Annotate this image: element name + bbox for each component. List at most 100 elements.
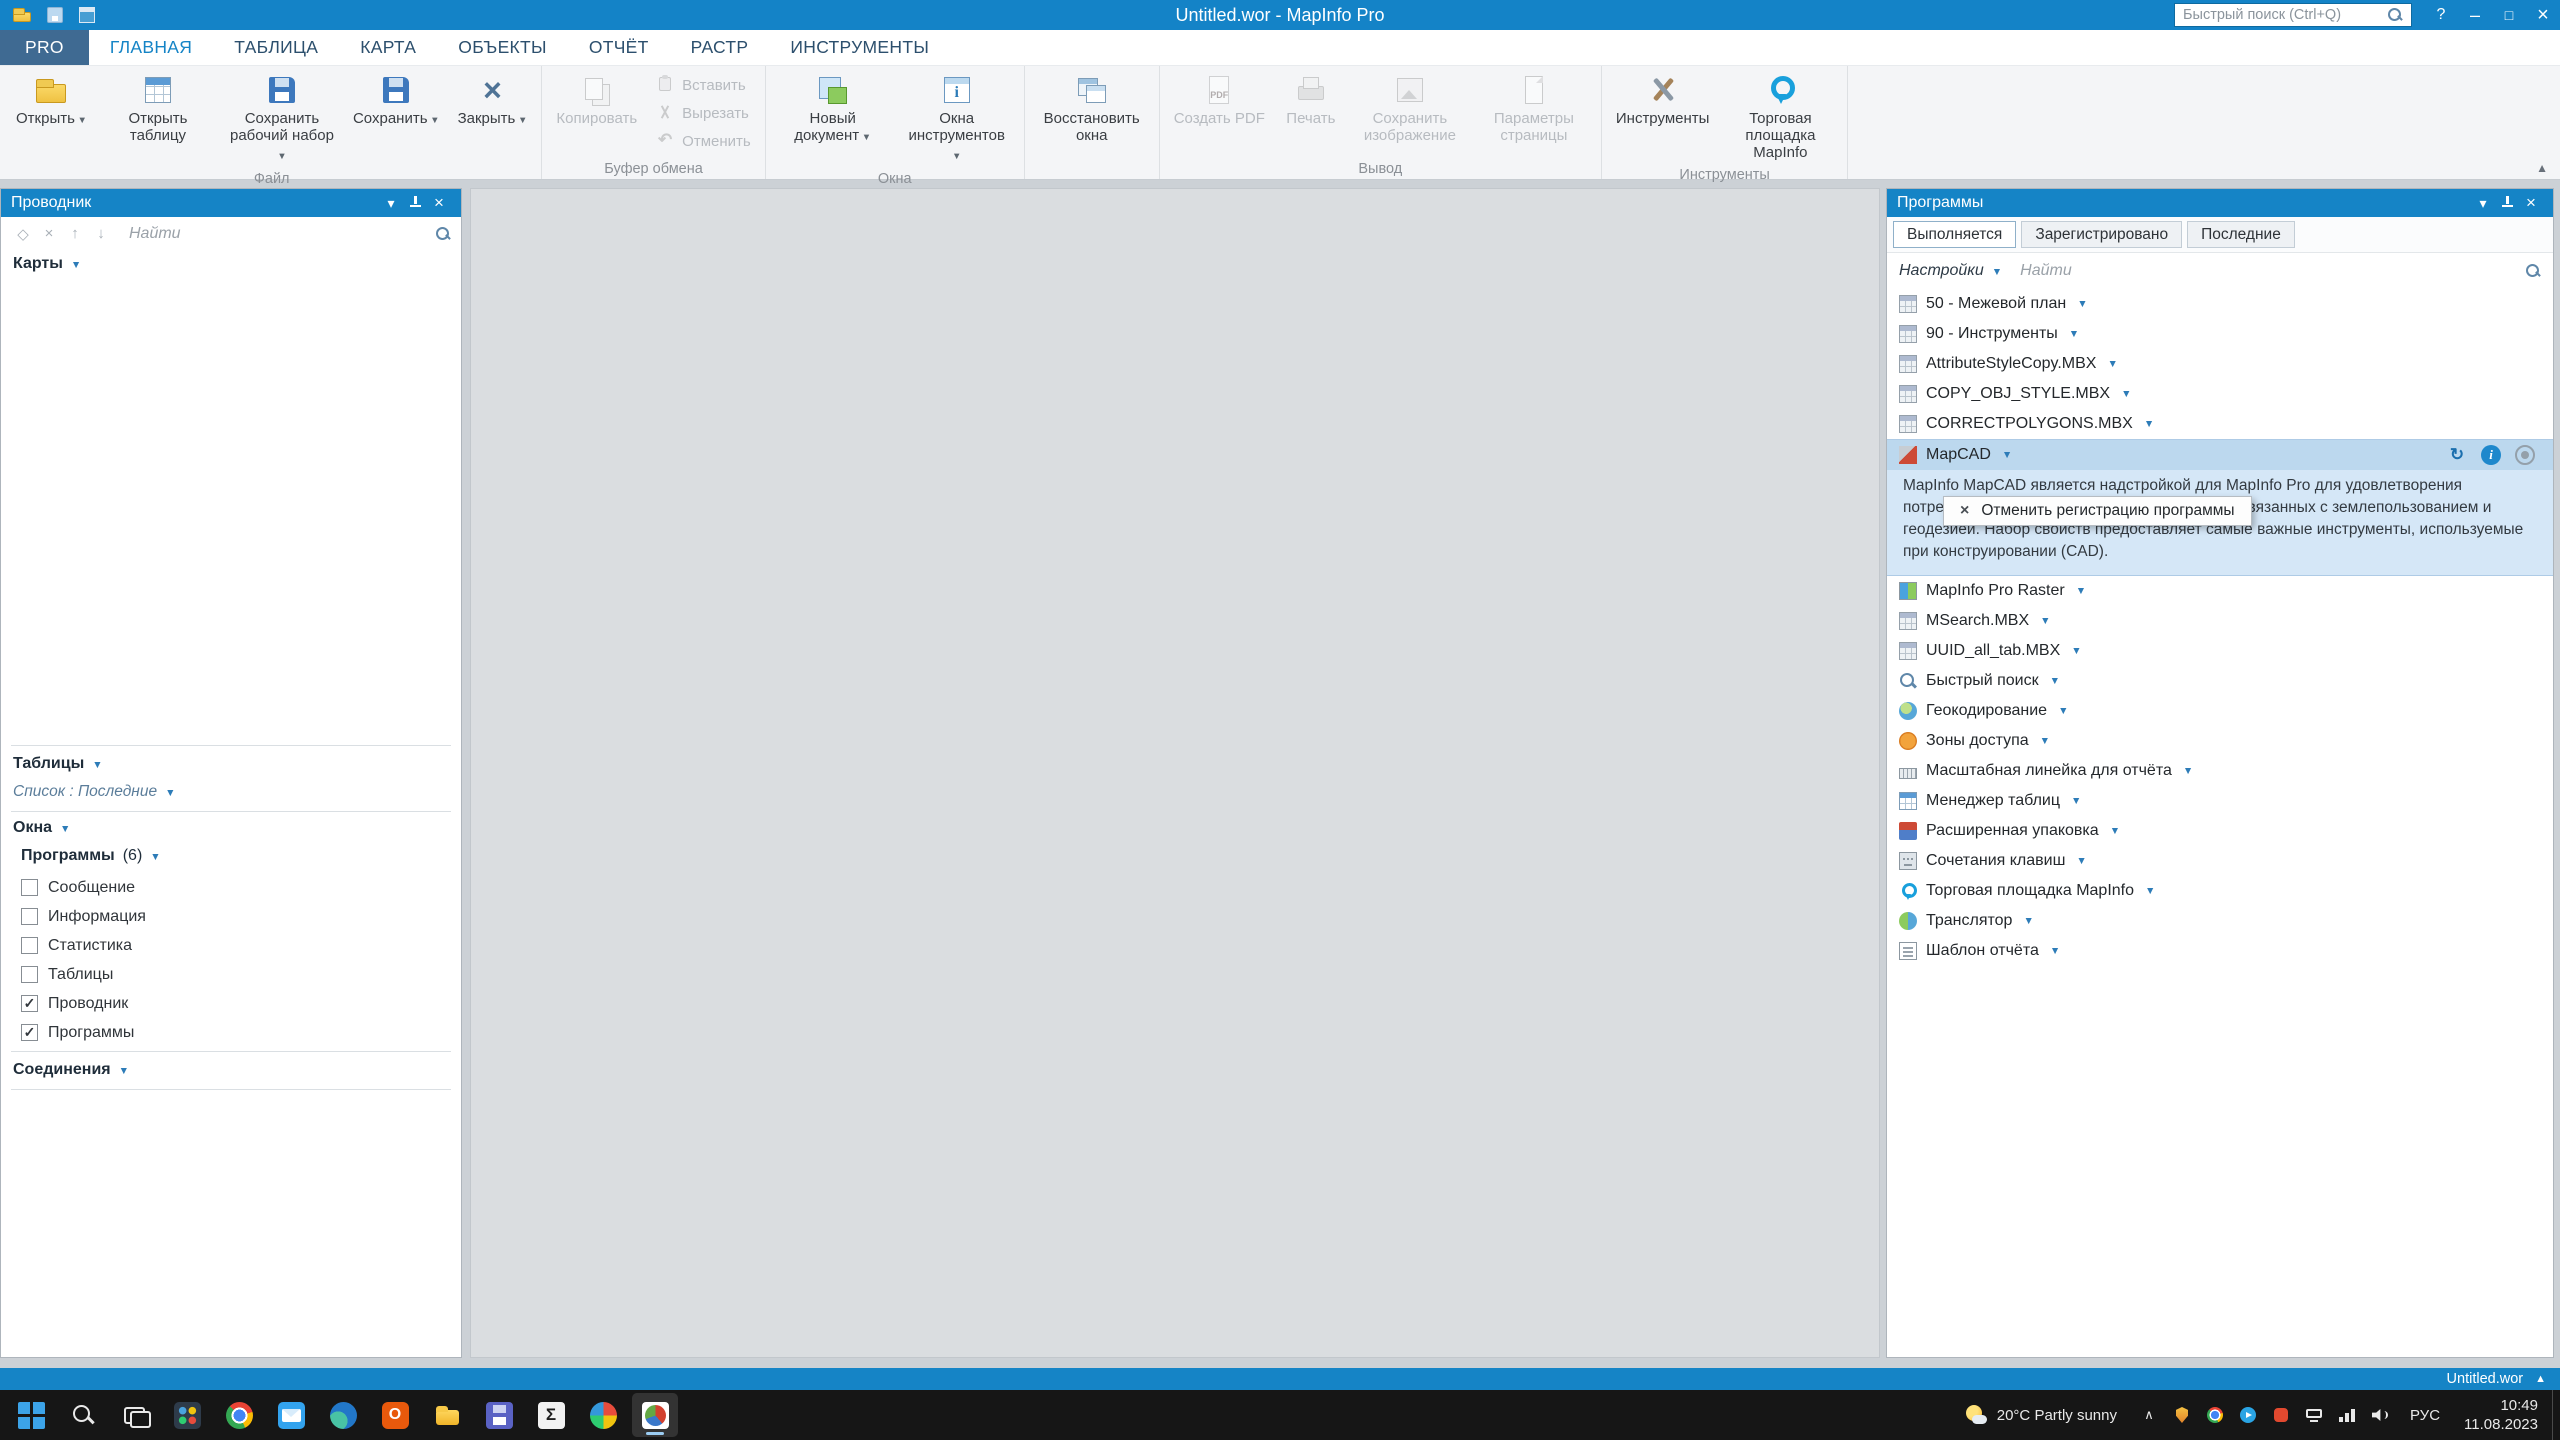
chevron-down-icon[interactable] [71,255,81,273]
dropdown-caret-icon[interactable]: ▼ [2069,328,2079,340]
program-row[interactable]: Транслятор▼ [1887,906,2553,936]
ribbon-button-торговая-площадка-mapinfo[interactable]: Торговая площадка MapInfo [1719,70,1841,163]
chevron-down-icon[interactable] [165,783,175,801]
floppy-app[interactable] [476,1393,522,1437]
program-row[interactable]: MapInfo Pro Raster▼ [1887,576,2553,606]
chevron-down-icon[interactable] [60,819,70,837]
pin-icon[interactable] [2495,193,2519,213]
program-row[interactable]: Масштабная линейка для отчёта▼ [1887,756,2553,786]
clear-icon[interactable]: × [37,225,61,243]
dropdown-caret-icon[interactable]: ▼ [2050,945,2060,957]
tables-list-filter[interactable]: Список : Последние [13,783,176,801]
statusbar-expand-icon[interactable]: ▲ [2535,1373,2546,1385]
hidden-icons-button[interactable]: ∧ [2139,1405,2159,1425]
start-button[interactable] [8,1393,54,1437]
security-shield-icon[interactable] [2172,1405,2192,1425]
program-row[interactable]: UUID_all_tab.MBX▼ [1887,636,2553,666]
section-connections[interactable]: Соединения [13,1061,129,1079]
app-tray-icon[interactable] [2271,1405,2291,1425]
quick-search-input[interactable] [2183,7,2379,23]
collapse-ribbon-button[interactable] [2536,161,2548,175]
program-row[interactable]: MapCAD▼↻i [1887,440,2553,470]
program-row[interactable]: Расширенная упаковка▼ [1887,816,2553,846]
window-toggle-item[interactable]: Сообщение [21,873,146,902]
move-up-icon[interactable]: ↑ [63,225,87,243]
ribbon-button-сохранить-рабочий-набор[interactable]: Сохранить рабочий набор ▼ [221,70,343,167]
dropdown-caret-icon[interactable]: ▼ [2058,705,2068,717]
mail-app[interactable] [268,1393,314,1437]
widgets-button[interactable] [164,1393,210,1437]
dropdown-caret-icon[interactable]: ▼ [2144,418,2154,430]
dropdown-caret-icon[interactable]: ▼ [2107,358,2117,370]
section-tables[interactable]: Таблицы [13,755,103,773]
explorer-app[interactable] [424,1393,470,1437]
checkbox-icon[interactable] [21,937,38,954]
display-tray-icon[interactable] [2304,1405,2324,1425]
help-button[interactable] [2424,0,2458,30]
info-icon[interactable]: i [2481,445,2501,465]
ribbon-button-окна-инструментов[interactable]: Окна инструментов ▼ [896,70,1018,167]
edge-app[interactable] [320,1393,366,1437]
pin-icon[interactable] [403,193,427,213]
chevron-down-icon[interactable] [379,193,403,213]
programs-tab-выполняется[interactable]: Выполняется [1893,221,2016,248]
ribbon-tab-главная[interactable]: ГЛАВНАЯ [89,30,213,65]
window-toggle-item[interactable]: Таблицы [21,960,146,989]
quick-search-box[interactable] [2174,3,2412,27]
chrome-app[interactable] [216,1393,262,1437]
ribbon-tab-объекты[interactable]: ОБЪЕКТЫ [437,30,568,65]
ribbon-tab-pro[interactable]: PRO [0,30,89,65]
program-row[interactable]: Зоны доступа▼ [1887,726,2553,756]
window-toggle-item[interactable]: Проводник [21,989,146,1018]
search-button[interactable] [60,1393,106,1437]
workspace-name[interactable]: Untitled.wor [2447,1371,2524,1387]
ribbon-button-сохранить[interactable]: Сохранить ▼ [345,70,448,131]
ribbon-tab-растр[interactable]: РАСТР [670,30,770,65]
programs-search[interactable] [2010,262,2541,280]
close-icon[interactable] [2519,193,2543,213]
section-windows[interactable]: Окна [13,819,70,837]
sigma-app[interactable] [528,1393,574,1437]
section-programs[interactable]: Программы (6) [21,847,161,865]
programs-tab-последние[interactable]: Последние [2187,221,2295,248]
program-row[interactable]: AttributeStyleCopy.MBX▼ [1887,349,2553,379]
mapinfo-app[interactable] [632,1393,678,1437]
chevron-down-icon[interactable] [2471,193,2495,213]
dropdown-caret-icon[interactable]: ▼ [2071,645,2081,657]
close-icon[interactable] [427,193,451,213]
search-icon[interactable] [435,226,451,242]
chevron-down-icon[interactable] [119,1061,129,1079]
context-menu-item[interactable]: ×Отменить регистрацию программы [1943,496,2252,526]
window-toggle-item[interactable]: Статистика [21,931,146,960]
dropdown-caret-icon[interactable]: ▼ [2076,585,2086,597]
minimize-button[interactable] [2458,0,2492,30]
dropdown-caret-icon[interactable]: ▼ [2183,765,2193,777]
dropdown-caret-icon[interactable]: ▼ [2040,735,2050,747]
explorer-search-input[interactable] [129,225,427,243]
language-indicator[interactable]: РУС [2400,1407,2450,1424]
network-tray-icon[interactable] [2337,1405,2357,1425]
ribbon-button-инструменты[interactable]: Инструменты [1608,70,1718,129]
checkbox-icon[interactable] [21,966,38,983]
dropdown-caret-icon[interactable]: ▼ [2145,885,2155,897]
chevron-down-icon[interactable] [1992,262,2002,280]
ribbon-button-восстановить-окна[interactable]: Восстановить окна [1031,70,1153,146]
dropdown-caret-icon[interactable]: ▼ [2077,298,2087,310]
maximize-button[interactable] [2492,0,2526,30]
dropdown-caret-icon[interactable]: ▼ [2110,825,2120,837]
search-icon[interactable] [2387,7,2403,23]
show-desktop-button[interactable] [2552,1390,2560,1440]
program-row[interactable]: Сочетания клавиш▼ [1887,846,2553,876]
section-maps[interactable]: Карты [13,255,81,273]
save-workspace-icon[interactable] [44,6,66,24]
ribbon-button-открыть[interactable]: Открыть ▼ [8,70,95,131]
program-row[interactable]: Менеджер таблиц▼ [1887,786,2553,816]
ribbon-button-новый-документ[interactable]: Новый документ ▼ [772,70,894,148]
program-row[interactable]: COPY_OBJ_STYLE.MBX▼ [1887,379,2553,409]
close-button[interactable] [2526,0,2560,30]
program-row[interactable]: MSearch.MBX▼ [1887,606,2553,636]
new-window-icon[interactable] [76,6,98,24]
ribbon-tab-инструменты[interactable]: ИНСТРУМЕНТЫ [769,30,950,65]
checkbox-icon[interactable] [21,879,38,896]
dropdown-caret-icon[interactable]: ▼ [2002,449,2012,461]
